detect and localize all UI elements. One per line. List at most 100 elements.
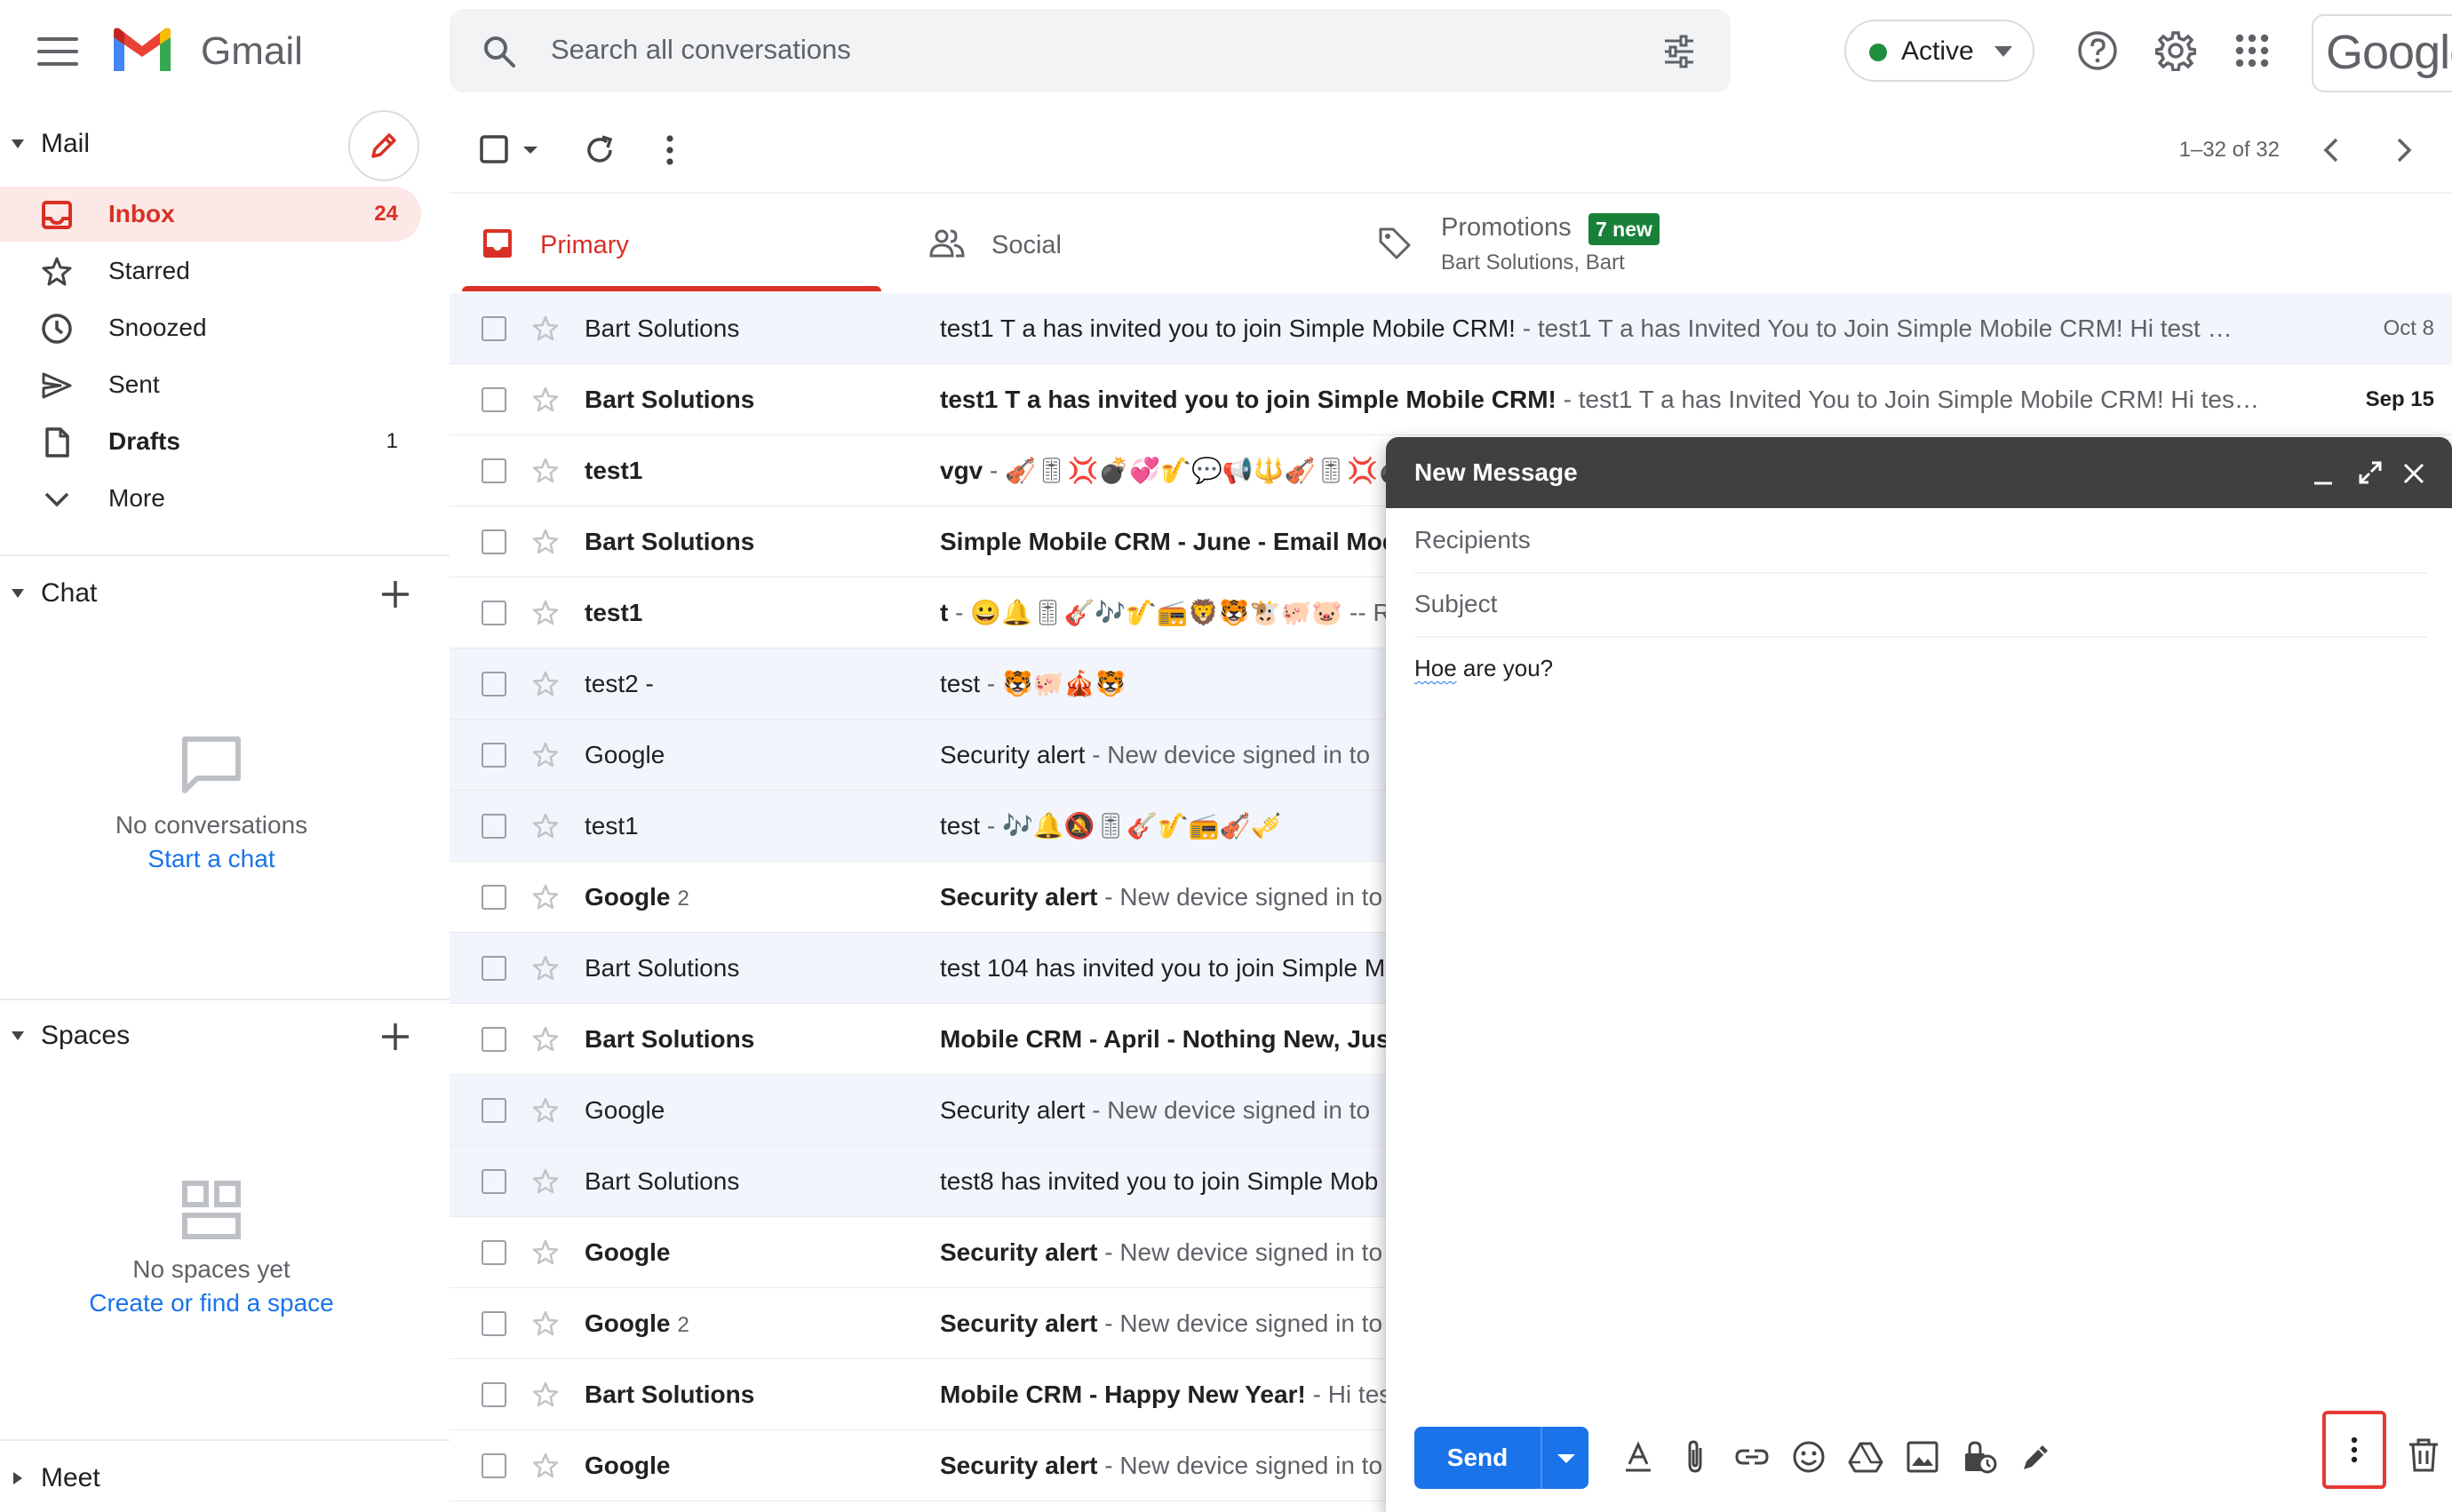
star-icon[interactable] — [531, 670, 560, 698]
email-sender: test2 - — [585, 666, 654, 702]
full-screen-icon[interactable] — [2358, 460, 2383, 485]
sidebar-item-inbox[interactable]: Inbox 24 — [0, 187, 421, 242]
create-space-link[interactable]: Create or find a space — [0, 1286, 423, 1320]
signature-pen-icon[interactable] — [2018, 1439, 2054, 1475]
apps-grid-icon[interactable] — [2235, 34, 2269, 68]
tab-social[interactable]: Social — [915, 195, 1333, 291]
collapse-triangle-icon[interactable] — [11, 139, 25, 149]
search-input[interactable]: Search all conversations — [551, 32, 851, 68]
sidebar-item-sent[interactable]: Sent — [0, 357, 421, 412]
send-button[interactable]: Send — [1414, 1427, 1542, 1489]
meet-section-header[interactable]: Meet — [0, 1452, 426, 1505]
select-options-caret-icon[interactable] — [522, 146, 538, 155]
row-checkbox[interactable] — [482, 1027, 506, 1052]
search-options-icon[interactable] — [1661, 34, 1697, 69]
chat-section-header[interactable]: Chat — [0, 567, 426, 620]
add-chat-icon[interactable] — [380, 579, 410, 609]
search-bar[interactable]: Search all conversations — [450, 9, 1731, 92]
row-checkbox[interactable] — [482, 1098, 506, 1123]
emoji-icon[interactable] — [1791, 1439, 1827, 1475]
more-vert-icon[interactable] — [659, 133, 681, 167]
search-icon[interactable] — [482, 34, 517, 69]
star-icon[interactable] — [531, 528, 560, 556]
confidential-mode-icon[interactable] — [1962, 1439, 1997, 1475]
star-icon[interactable] — [531, 314, 560, 343]
refresh-icon[interactable] — [583, 133, 617, 167]
close-icon[interactable] — [2402, 462, 2425, 485]
google-account-button[interactable]: Google — [2312, 14, 2452, 92]
row-checkbox[interactable] — [482, 814, 506, 839]
row-checkbox[interactable] — [482, 458, 506, 483]
main-menu-icon[interactable] — [36, 34, 80, 69]
row-checkbox[interactable] — [482, 529, 506, 554]
row-checkbox[interactable] — [482, 885, 506, 910]
star-icon[interactable] — [531, 1452, 560, 1480]
star-icon[interactable] — [531, 1025, 560, 1054]
discard-draft-trash-icon[interactable] — [2408, 1437, 2440, 1473]
star-icon[interactable] — [531, 599, 560, 627]
tab-primary[interactable]: Primary — [462, 195, 881, 291]
format-text-icon[interactable] — [1620, 1439, 1656, 1475]
star-icon[interactable] — [531, 1167, 560, 1196]
star-icon[interactable] — [531, 1096, 560, 1125]
insert-photo-icon[interactable] — [1905, 1439, 1940, 1475]
spaces-section-header[interactable]: Spaces — [0, 1009, 426, 1062]
schedule-send-caret-icon[interactable] — [1556, 1453, 1576, 1464]
chevron-right-icon[interactable] — [2386, 133, 2420, 167]
email-subject: Mobile CRM - Happy New Year! — [940, 1381, 1306, 1408]
star-icon[interactable] — [531, 883, 560, 911]
help-icon[interactable] — [2077, 30, 2118, 71]
star-icon[interactable] — [531, 1309, 560, 1338]
row-checkbox[interactable] — [482, 601, 506, 625]
row-checkbox[interactable] — [482, 1311, 506, 1336]
star-icon[interactable] — [531, 812, 560, 840]
email-row[interactable]: Bart Solutions test1 T a has invited you … — [450, 293, 2452, 364]
sidebar-item-starred[interactable]: Starred — [0, 243, 421, 298]
row-checkbox[interactable] — [482, 316, 506, 341]
misspelled-word[interactable]: Hoe — [1414, 655, 1457, 681]
star-icon[interactable] — [531, 954, 560, 983]
google-drive-icon[interactable] — [1848, 1439, 1883, 1475]
gmail-logo-icon[interactable] — [110, 27, 174, 75]
chevron-left-icon[interactable] — [2315, 133, 2349, 167]
minimize-icon[interactable] — [2312, 460, 2335, 487]
star-icon[interactable] — [531, 1238, 560, 1267]
more-options-button[interactable] — [2322, 1411, 2386, 1489]
select-all-checkbox[interactable] — [480, 135, 508, 163]
compose-button[interactable] — [348, 110, 419, 181]
sidebar-item-label: Snoozed — [108, 314, 207, 341]
sender-name: Bart Solutions — [585, 954, 740, 982]
status-selector[interactable]: Active — [1844, 20, 2034, 82]
collapse-triangle-icon[interactable] — [11, 588, 25, 599]
row-checkbox[interactable] — [482, 956, 506, 981]
add-space-icon[interactable] — [380, 1022, 410, 1052]
recipients-field[interactable]: Recipients — [1414, 508, 2427, 574]
row-checkbox[interactable] — [482, 1453, 506, 1478]
subject-field[interactable]: Subject — [1414, 572, 2427, 638]
collapse-triangle-icon[interactable] — [11, 1031, 25, 1041]
star-icon[interactable] — [531, 741, 560, 769]
compose-header[interactable]: New Message — [1386, 437, 2452, 508]
star-icon[interactable] — [531, 386, 560, 414]
expand-triangle-icon[interactable] — [12, 1471, 23, 1485]
attach-icon[interactable] — [1677, 1439, 1713, 1475]
sidebar-item-more[interactable]: More — [0, 471, 421, 526]
start-chat-link[interactable]: Start a chat — [0, 842, 423, 876]
settings-gear-icon[interactable] — [2155, 30, 2196, 71]
more-vert-icon — [2345, 1436, 2363, 1464]
row-checkbox[interactable] — [482, 1169, 506, 1194]
link-icon[interactable] — [1734, 1439, 1770, 1475]
sidebar-item-drafts[interactable]: Drafts 1 — [0, 414, 421, 469]
row-checkbox[interactable] — [482, 1240, 506, 1265]
row-checkbox[interactable] — [482, 743, 506, 768]
row-checkbox[interactable] — [482, 1382, 506, 1407]
sidebar-divider — [0, 999, 450, 1000]
email-row[interactable]: Bart Solutions test1 T a has invited you … — [450, 364, 2452, 435]
message-body[interactable]: Hoe are you? — [1414, 652, 1553, 684]
star-icon[interactable] — [531, 1381, 560, 1409]
app-name[interactable]: Gmail — [201, 25, 303, 78]
sidebar-item-snoozed[interactable]: Snoozed — [0, 300, 421, 355]
row-checkbox[interactable] — [482, 387, 506, 412]
star-icon[interactable] — [531, 457, 560, 485]
row-checkbox[interactable] — [482, 672, 506, 696]
